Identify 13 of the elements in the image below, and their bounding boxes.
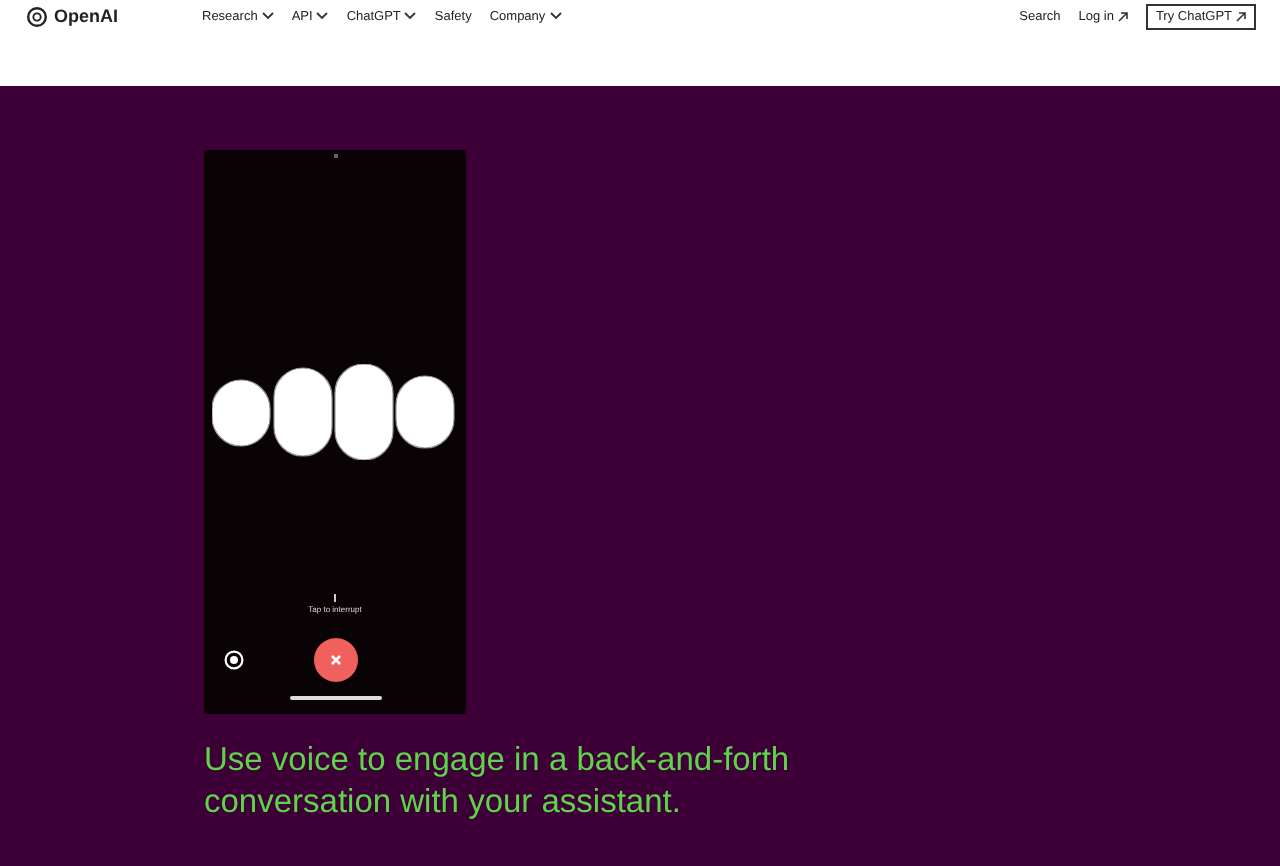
chevron-down-icon [549, 12, 562, 20]
chevron-down-icon [316, 12, 329, 20]
line-icon [334, 594, 336, 602]
chevron-down-icon [404, 12, 417, 20]
record-icon[interactable] [224, 650, 244, 670]
logo-icon [26, 5, 48, 27]
chevron-down-icon [261, 12, 274, 20]
logo-text: OpenAI [54, 6, 119, 26]
caption-text: Use voice to engage in a back-and-forth conversation with your assistant. [204, 740, 792, 824]
close-icon [330, 654, 342, 666]
arrow-up-right-icon [1117, 11, 1128, 21]
arrow-up-right-icon [1236, 11, 1246, 21]
close-button[interactable] [314, 638, 358, 682]
